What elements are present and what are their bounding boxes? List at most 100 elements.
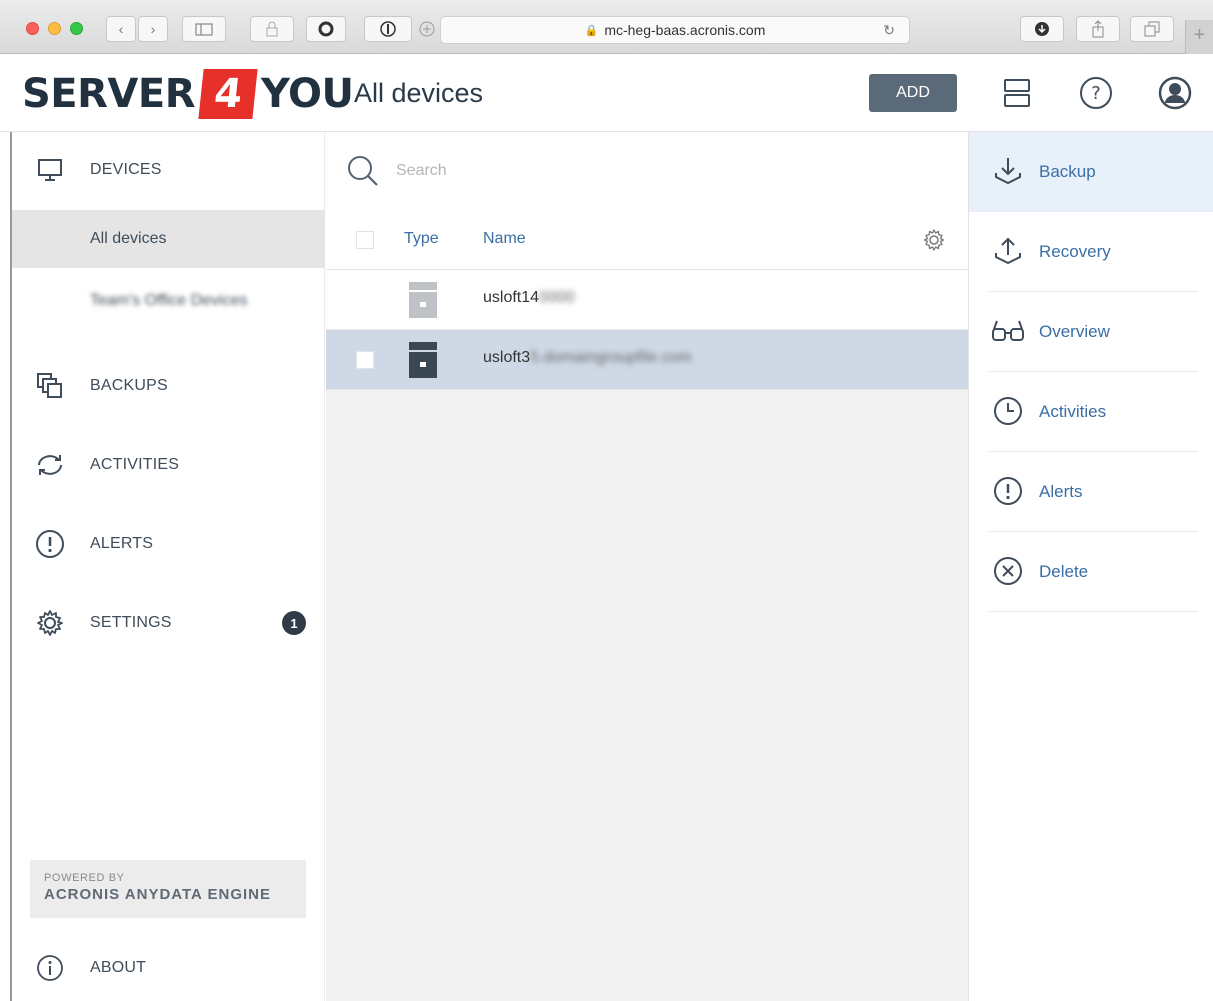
back-button[interactable]: ‹ — [106, 16, 136, 42]
action-recovery[interactable]: Recovery — [969, 212, 1213, 292]
lock-extension-icon — [266, 21, 278, 37]
backups-stack-icon — [34, 370, 66, 402]
help-button[interactable]: ? — [1078, 75, 1114, 111]
new-tab-button[interactable]: + — [1185, 20, 1213, 54]
select-all-checkbox[interactable] — [356, 231, 374, 249]
download-icon — [1035, 22, 1049, 36]
glasses-icon — [991, 314, 1025, 348]
sync-arrows-icon — [34, 449, 66, 481]
table-row[interactable]: usloft140000 — [326, 270, 968, 330]
svg-text:?: ? — [1091, 83, 1101, 104]
sidebar-item-devices[interactable]: DEVICES — [12, 140, 325, 200]
action-backup[interactable]: Backup — [969, 132, 1213, 212]
search-input[interactable] — [396, 154, 896, 188]
sidebar-item-alerts[interactable]: ALERTS — [12, 514, 325, 574]
chevron-left-icon: ‹ — [118, 21, 124, 37]
action-alerts[interactable]: Alerts — [969, 452, 1213, 532]
settings-notification-badge: 1 — [282, 611, 306, 635]
search-bar — [326, 132, 968, 210]
forward-button[interactable]: › — [138, 16, 168, 42]
chevron-right-icon: › — [150, 21, 156, 37]
device-name: usloft140000 — [483, 289, 575, 306]
address-bar[interactable]: 🔒 mc-heg-baas.acronis.com ↻ — [440, 16, 910, 44]
sidebar-item-activities[interactable]: ACTIVITIES — [12, 435, 325, 495]
sidebar-subitem-group[interactable]: Team's Office Devices — [12, 272, 325, 330]
device-list-panel: Type Name usloft140000 usloft35.domaingr… — [326, 132, 968, 1001]
password-manager-icon — [380, 21, 396, 37]
sidebar-toggle-button[interactable] — [182, 16, 226, 42]
lock-icon: 🔒 — [584, 24, 599, 37]
table-header: Type Name — [326, 210, 968, 270]
monitor-icon — [34, 154, 66, 186]
extension-button-1[interactable] — [250, 16, 294, 42]
user-avatar-icon — [1158, 76, 1192, 110]
server-device-icon — [408, 340, 438, 385]
server-device-icon — [408, 280, 438, 325]
sidebar: DEVICES All devices Team's Office Device… — [10, 132, 325, 1001]
action-label: Overview — [1039, 322, 1110, 341]
share-icon — [1092, 20, 1104, 38]
column-settings-gear-icon[interactable] — [922, 228, 946, 257]
divider — [989, 611, 1198, 612]
minimize-window-button[interactable] — [48, 22, 61, 35]
close-window-button[interactable] — [26, 22, 39, 35]
gear-icon — [34, 607, 66, 639]
sidebar-subitem-label: Team's Office Devices — [90, 292, 248, 309]
downloads-button[interactable] — [1020, 16, 1064, 42]
tabs-icon — [1144, 21, 1160, 37]
browser-toolbar: ‹ › 🔒 mc-heg-baas.acronis.com ↻ + — [0, 0, 1213, 54]
sidebar-item-about[interactable]: ABOUT — [12, 938, 325, 998]
sidebar-subitem-all-devices[interactable]: All devices — [12, 210, 325, 268]
action-activities[interactable]: Activities — [969, 372, 1213, 452]
backup-download-icon — [991, 154, 1025, 188]
logo-digit: 4 — [198, 69, 258, 119]
action-delete[interactable]: Delete — [969, 532, 1213, 612]
device-actions-panel: Backup Recovery Overview Activities Aler… — [968, 132, 1213, 1001]
sidebar-item-label: ABOUT — [90, 959, 147, 976]
add-button[interactable]: ADD — [869, 74, 957, 112]
reload-icon[interactable]: ↻ — [883, 22, 895, 39]
extension-button-2[interactable] — [306, 16, 346, 42]
info-icon — [34, 952, 66, 984]
sidebar-subitem-label: All devices — [90, 230, 167, 247]
action-label: Activities — [1039, 402, 1107, 421]
user-account-button[interactable] — [1157, 75, 1193, 111]
sidebar-item-label: SETTINGS — [90, 614, 172, 631]
action-overview[interactable]: Overview — [969, 292, 1213, 372]
view-toggle-button[interactable] — [999, 75, 1035, 111]
table-row[interactable]: usloft35.domaingroupfile.com — [326, 330, 968, 390]
sidebar-item-label: ACTIVITIES — [90, 456, 180, 473]
powered-by-banner: POWERED BY ACRONIS ANYDATA ENGINE — [30, 860, 306, 918]
sidebar-icon — [195, 22, 213, 36]
row-checkbox[interactable] — [356, 351, 374, 369]
extension-button-3[interactable] — [364, 16, 412, 42]
opera-o-icon — [318, 21, 334, 37]
help-icon: ? — [1080, 77, 1112, 109]
column-header-name[interactable]: Name — [483, 230, 526, 248]
column-header-type[interactable]: Type — [404, 230, 439, 248]
tabs-overview-button[interactable] — [1130, 16, 1174, 42]
recovery-upload-icon — [991, 234, 1025, 268]
sidebar-item-backups[interactable]: BACKUPS — [12, 356, 325, 416]
action-label: Backup — [1039, 162, 1096, 181]
device-name: usloft35.domaingroupfile.com — [483, 349, 693, 366]
add-extension-icon[interactable] — [418, 20, 436, 38]
action-label: Recovery — [1039, 242, 1111, 261]
sidebar-item-label: DEVICES — [90, 161, 162, 178]
app-header: SERVER 4 YOU All devices ADD ? — [0, 55, 1213, 132]
engine-name: ACRONIS ANYDATA ENGINE — [44, 886, 272, 903]
delete-x-circle-icon — [991, 554, 1025, 588]
action-label: Alerts — [1039, 482, 1083, 501]
brand-logo[interactable]: SERVER 4 YOU — [22, 69, 354, 119]
sidebar-item-label: BACKUPS — [90, 377, 168, 394]
alert-circle-icon — [991, 474, 1025, 508]
url-text: mc-heg-baas.acronis.com — [604, 22, 766, 38]
zoom-window-button[interactable] — [70, 22, 83, 35]
search-icon — [346, 154, 380, 193]
sidebar-item-settings[interactable]: SETTINGS 1 — [12, 593, 325, 653]
logo-text-left: SERVER — [22, 71, 196, 117]
logo-text-right: YOU — [261, 71, 354, 117]
action-label: Delete — [1039, 562, 1089, 581]
share-button[interactable] — [1076, 16, 1120, 42]
powered-by-label: POWERED BY — [44, 872, 125, 884]
